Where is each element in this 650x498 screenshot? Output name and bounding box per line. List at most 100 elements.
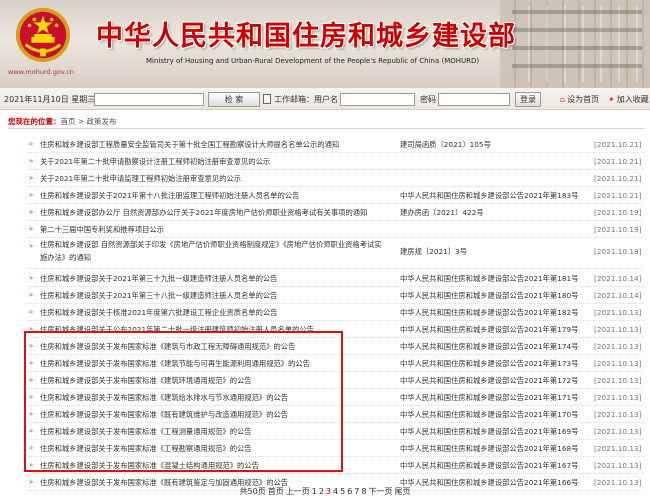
username-input[interactable] <box>340 93 415 106</box>
list-item-docno: 中华人民共和国住房和城乡建设部公告2021年第174号 <box>400 342 579 351</box>
list-item-date: [2021.10.21] <box>594 174 642 183</box>
list-item-docno: 中华人民共和国住房和城乡建设部公告2021年第171号 <box>400 393 579 402</box>
page-number-link[interactable]: 2 <box>319 487 324 496</box>
list-item-date: [2021.10.13] <box>594 444 642 453</box>
list-item-docno: 中华人民共和国住房和城乡建设部公告2021年第180号 <box>400 291 579 300</box>
site-title: 中华人民共和国住房和城乡建设部 <box>96 21 516 52</box>
page-number-link[interactable]: 8 <box>361 487 366 496</box>
row-divider <box>28 152 644 153</box>
top-bar: 2021年11月10日 星期三 检 索 工作邮箱：用户名 密码 登录 ⌂ 设为首页… <box>0 88 650 110</box>
search-input[interactable] <box>94 93 204 106</box>
list-item-docno: 中华人民共和国住房和城乡建设部公告2021年第168号 <box>400 444 579 453</box>
list-item-title[interactable]: 住房和城乡建设部 自然资源部关于印发《房地产估价师职业资格制度规定》《房地产估价… <box>40 238 385 264</box>
page-number-link[interactable]: 7 <box>354 487 359 496</box>
site-subtitle: Ministry of Housing and Urban-Rural Deve… <box>146 57 480 65</box>
login-button[interactable]: 登录 <box>515 92 541 107</box>
list-item-docno: 中华人民共和国住房和城乡建设部公告2021年第182号 <box>400 308 579 317</box>
highlight-box <box>24 331 343 472</box>
row-divider <box>28 237 644 238</box>
list-item-date: [2021.10.13] <box>594 376 642 385</box>
list-item-docno: 中华人民共和国住房和城乡建设部公告2021年第179号 <box>400 325 579 334</box>
site-url: www.mohurd.gov.cn <box>8 68 74 76</box>
breadcrumb-prefix: 您现在的位置： <box>8 117 61 126</box>
list-item-date: [2021.10.13] <box>594 410 642 419</box>
star-icon: ✦ <box>608 95 615 104</box>
list-item-title[interactable]: 住房和城乡建设部关于核准2021年度第六批建设工程企业资质名单的公告 <box>40 305 395 320</box>
page-number-link[interactable]: 1 <box>312 487 317 496</box>
list-item-docno: 中华人民共和国住房和城乡建设部公告2021年第181号 <box>400 274 579 283</box>
current-date: 2021年11月10日 星期三 <box>4 95 96 104</box>
breadcrumb: 您现在的位置：首页 > 政策发布 <box>8 116 117 127</box>
list-item-title[interactable]: 住房和城乡建设部工程质量安全监管司关于第十批全国工程勘察设计大师提名名单公示的通… <box>40 137 395 152</box>
row-divider <box>28 186 644 187</box>
set-homepage-link[interactable]: ⌂ 设为首页 <box>560 94 599 105</box>
list-item-date: [2021.10.13] <box>594 461 642 470</box>
list-item-date: [2021.10.13] <box>594 308 642 317</box>
bullet-icon: » <box>29 308 34 316</box>
pagination: 共50页 首页 上一页 1 2 3 4 5 6 7 8 下一页 尾页 <box>0 486 650 497</box>
bullet-icon: » <box>29 191 34 199</box>
add-favorite-link[interactable]: ✦ 加入收藏 <box>608 94 649 105</box>
page-number-link[interactable]: 5 <box>340 487 345 496</box>
password-label: 密码 <box>420 95 436 104</box>
bullet-icon: » <box>29 157 34 165</box>
list-item-date: [2021.10.13] <box>594 427 642 436</box>
page-number-link[interactable]: 4 <box>333 487 338 496</box>
row-divider <box>28 203 644 204</box>
list-item-docno: 建司局函质〔2021〕105号 <box>400 140 491 149</box>
list-item-date: [2021.10.13] <box>594 359 642 368</box>
list-item-date: [2021.10.19] <box>594 208 642 217</box>
bullet-icon: » <box>29 274 34 282</box>
list-item-title[interactable]: 关于2021年第二十批申请勘察设计注册工程师初始注册审查意见的公示 <box>40 154 395 169</box>
last-page-link[interactable]: 尾页 <box>394 487 410 496</box>
list-item-docno: 中华人民共和国住房和城乡建设部公告2021年第170号 <box>400 410 579 419</box>
list-item-title[interactable]: 关于2021年第二十批申请监理工程师初始注册审查意见的公示 <box>40 171 395 186</box>
row-divider <box>28 473 644 474</box>
work-email-label: 工作邮箱：用户名 <box>274 95 338 104</box>
list-item-date: [2021.10.21] <box>594 140 642 149</box>
breadcrumb-path[interactable]: 首页 > 政策发布 <box>61 117 117 126</box>
first-page-link[interactable]: 首页 <box>268 487 284 496</box>
list-item-docno: 中华人民共和国住房和城乡建设部公告2021年第167号 <box>400 461 579 470</box>
list-item-docno: 建房规〔2021〕3号 <box>400 247 467 256</box>
page-number-link[interactable]: 3 <box>326 487 331 496</box>
list-item-date: [2021.10.13] <box>594 393 642 402</box>
bullet-icon: » <box>29 208 34 216</box>
list-item-docno: 中华人民共和国住房和城乡建设部公告2021年第173号 <box>400 359 579 368</box>
row-divider <box>28 169 644 170</box>
bullet-icon: » <box>29 174 34 182</box>
row-divider <box>28 303 644 304</box>
advanced-search-icon[interactable] <box>263 94 271 104</box>
add-favorite-label: 加入收藏 <box>616 95 649 104</box>
bullet-icon: » <box>29 225 34 233</box>
set-homepage-label: 设为首页 <box>567 95 600 104</box>
home-icon: ⌂ <box>560 95 566 104</box>
site-banner: www.mohurd.gov.cn 中华人民共和国住房和城乡建设部 Minist… <box>0 0 650 88</box>
search-button[interactable]: 检 索 <box>208 92 260 107</box>
list-item-date: [2021.10.13] <box>594 325 642 334</box>
list-item-title[interactable]: 住房和城乡建设部办公厅 自然资源部办公厅关于2021年度房地产估价师职业资格考试… <box>40 205 395 220</box>
list-item-title[interactable]: 第二十三届中国专利奖和推荐项目公示 <box>40 222 395 237</box>
list-item-date: [2021.10.21] <box>594 191 642 200</box>
building-windows <box>512 6 642 82</box>
prev-page-link[interactable]: 上一页 <box>286 487 310 496</box>
list-item-title[interactable]: 住房和城乡建设部关于2021年第十八批注册监理工程师初始注册人员名单的公告 <box>40 188 395 203</box>
list-item-date: [2021.10.18] <box>594 247 642 256</box>
list-item-docno: 中华人民共和国住房和城乡建设部公告2021年第169号 <box>400 427 579 436</box>
page-number-link[interactable]: 6 <box>347 487 352 496</box>
row-divider <box>28 320 644 321</box>
next-page-link[interactable]: 下一页 <box>368 487 392 496</box>
list-item-date: [2021.10.13] <box>594 342 642 351</box>
list-item-docno: 中华人民共和国住房和城乡建设部公告2021年第172号 <box>400 376 579 385</box>
list-item-date: [2021.10.14] <box>594 274 642 283</box>
bullet-icon: » <box>29 478 34 486</box>
list-item-title[interactable]: 住房和城乡建设部关于2021年第三十九批一级建造师注册人员名单的公告 <box>40 271 395 286</box>
list-item-docno: 中华人民共和国住房和城乡建设部公告2021年第183号 <box>400 191 579 200</box>
password-input[interactable] <box>438 93 510 106</box>
list-item-docno: 建办房函〔2021〕422号 <box>400 208 484 217</box>
row-divider <box>28 286 644 287</box>
breadcrumb-divider <box>8 128 644 129</box>
list-item-date: [2021.10.19] <box>594 225 642 234</box>
list-item-title[interactable]: 住房和城乡建设部关于2021年第三十八批一级建造师注册人员名单的公告 <box>40 288 395 303</box>
bullet-icon: » <box>29 140 34 148</box>
